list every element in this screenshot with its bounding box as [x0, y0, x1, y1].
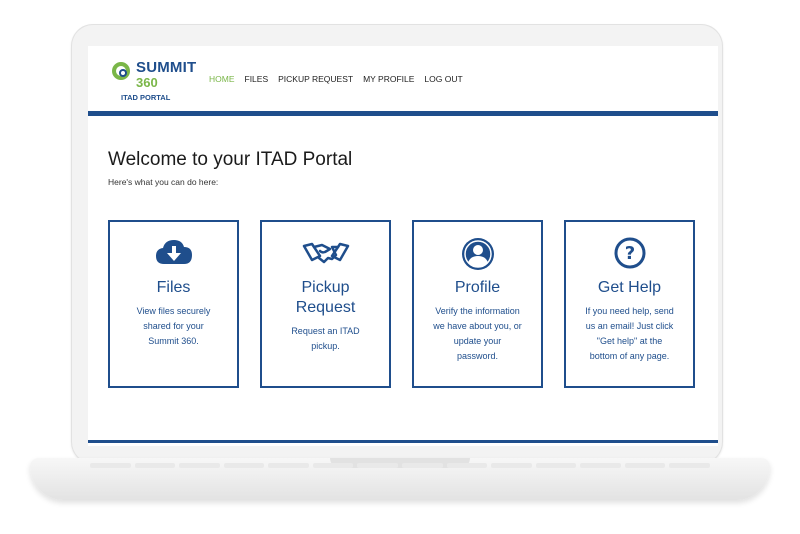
handshake-icon [262, 236, 389, 270]
question-circle-icon: ? [566, 236, 693, 270]
header-divider [88, 111, 718, 116]
files-card-description: View files securely shared for your Summ… [136, 306, 211, 346]
page-title: Welcome to your ITAD Portal [108, 149, 353, 170]
pickup-request-card-title: Pickup Request [295, 279, 356, 316]
files-card-title: Files [156, 279, 191, 296]
get-help-card-title: Get Help [597, 279, 662, 296]
profile-card[interactable]: Profile Verify the information we have a… [412, 220, 543, 388]
cloud-download-icon [110, 236, 237, 270]
summit-360-logo[interactable]: SUMMIT 360 ITAD PORTAL [108, 58, 200, 108]
profile-card-title: Profile [454, 279, 501, 296]
page-subtitle: Here's what you can do here: [108, 177, 219, 187]
nav-home[interactable]: HOME [209, 74, 235, 84]
pickup-request-card[interactable]: Pickup Request Request an ITAD pickup. [260, 220, 391, 388]
portal-header: SUMMIT 360 ITAD PORTAL HOME FILES PICKUP… [88, 46, 718, 116]
nav-files[interactable]: FILES [245, 74, 269, 84]
logo-subtitle: ITAD PORTAL [121, 93, 171, 102]
logo-name-line2: 360 [136, 75, 158, 90]
logo-ring-icon [112, 62, 130, 80]
get-help-card[interactable]: ? Get Help If you need help, send us an … [564, 220, 695, 388]
main-nav: HOME FILES PICKUP REQUEST MY PROFILE LOG… [209, 74, 463, 84]
pickup-request-card-description: Request an ITAD pickup. [291, 326, 360, 351]
nav-log-out[interactable]: LOG OUT [424, 74, 462, 84]
nav-pickup-request[interactable]: PICKUP REQUEST [278, 74, 353, 84]
nav-my-profile[interactable]: MY PROFILE [363, 74, 414, 84]
portal-screen: SUMMIT 360 ITAD PORTAL HOME FILES PICKUP… [88, 46, 718, 446]
svg-text:?: ? [624, 243, 634, 264]
laptop-keyboard [89, 463, 711, 493]
footer-divider [88, 440, 718, 443]
user-profile-icon [414, 236, 541, 270]
get-help-card-description: If you need help, send us an email! Just… [585, 306, 674, 361]
logo-name-line1: SUMMIT [136, 59, 197, 76]
files-card[interactable]: Files View files securely shared for you… [108, 220, 239, 388]
profile-card-description: Verify the information we have about you… [433, 306, 522, 361]
